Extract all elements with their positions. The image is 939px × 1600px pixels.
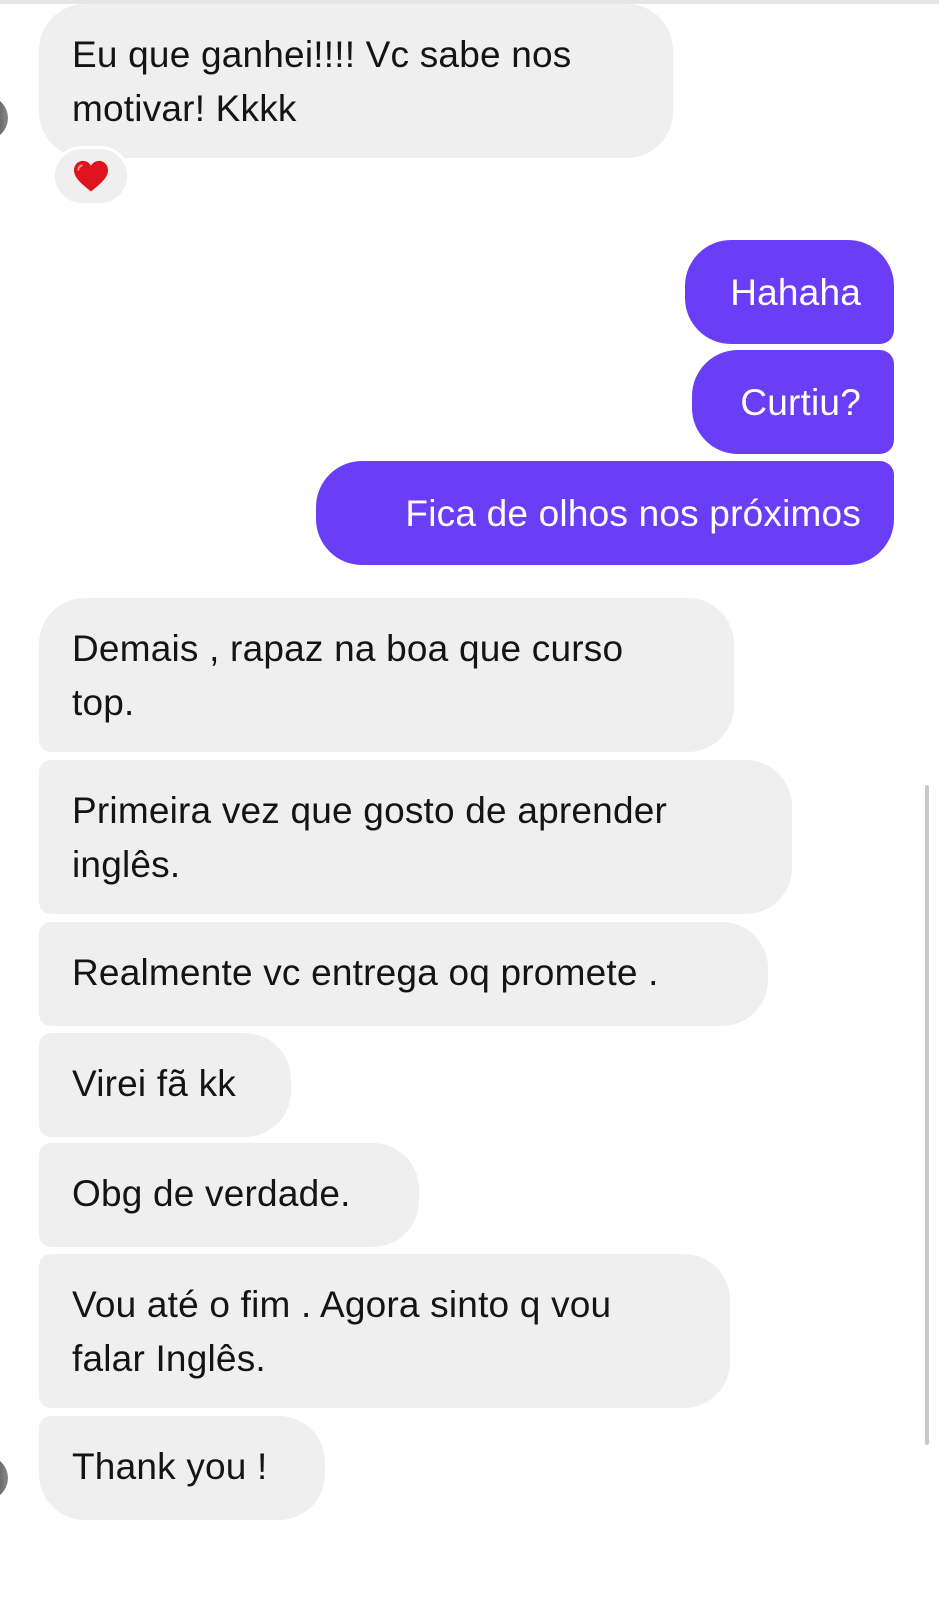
outgoing-message[interactable]: Fica de olhos nos próximos (316, 461, 894, 565)
outgoing-message[interactable]: Hahaha (685, 240, 894, 344)
scrollbar[interactable] (925, 785, 929, 1445)
message-text: Demais , rapaz na boa que curso (72, 628, 624, 669)
heart-icon (74, 160, 108, 192)
message-text: top. (72, 682, 135, 723)
message-text: motivar! Kkkk (72, 88, 297, 129)
incoming-message[interactable]: Eu que ganhei!!!! Vc sabe nos motivar! K… (39, 4, 673, 158)
incoming-message[interactable]: Thank you ! (39, 1416, 325, 1520)
incoming-message[interactable]: Primeira vez que gosto de aprender inglê… (39, 760, 792, 914)
incoming-message[interactable]: Obg de verdade. (39, 1143, 419, 1247)
message-thread: Eu que ganhei!!!! Vc sabe nos motivar! K… (0, 0, 939, 1600)
message-text: Eu que ganhei!!!! Vc sabe nos (72, 34, 572, 75)
message-text: Primeira vez que gosto de aprender (72, 790, 668, 831)
message-text: inglês. (72, 844, 181, 885)
message-text: Hahaha (730, 272, 861, 313)
message-text: Thank you ! (72, 1446, 268, 1487)
message-text: Virei fã kk (72, 1063, 236, 1104)
sender-avatar[interactable] (0, 96, 8, 140)
outgoing-message[interactable]: Curtiu? (692, 350, 894, 454)
message-text: Realmente vc entrega oq promete . (72, 952, 659, 993)
message-text: Obg de verdade. (72, 1173, 351, 1214)
incoming-message[interactable]: Demais , rapaz na boa que curso top. (39, 598, 734, 752)
message-text: Fica de olhos nos próximos (405, 493, 861, 534)
reaction-badge[interactable] (52, 146, 130, 206)
message-text: falar Inglês. (72, 1338, 266, 1379)
sender-avatar[interactable] (0, 1456, 8, 1500)
message-text: Curtiu? (740, 382, 861, 423)
incoming-message[interactable]: Realmente vc entrega oq promete . (39, 922, 768, 1026)
incoming-message[interactable]: Vou até o fim . Agora sinto q vou falar … (39, 1254, 730, 1408)
incoming-message[interactable]: Virei fã kk (39, 1033, 291, 1137)
message-text: Vou até o fim . Agora sinto q vou (72, 1284, 612, 1325)
